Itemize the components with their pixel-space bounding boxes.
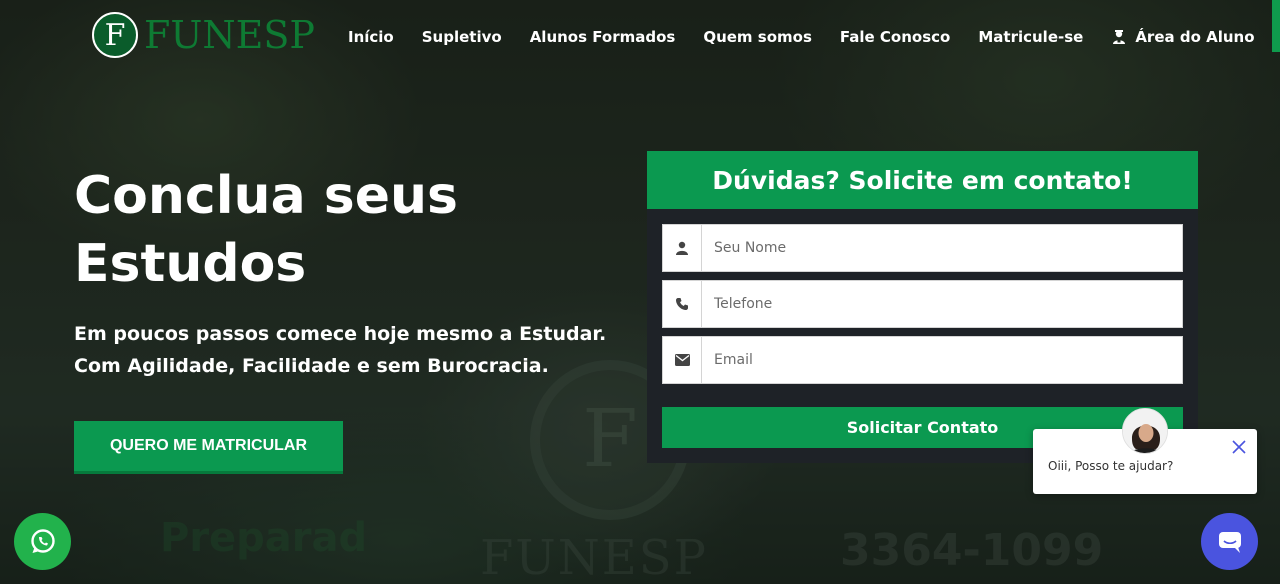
hero-title-line: Estudos	[74, 234, 307, 294]
phone-icon	[663, 281, 702, 327]
scroll-indicator	[1272, 0, 1280, 52]
hero-title: Conclua seus Estudos	[74, 162, 594, 298]
nav-item-inicio[interactable]: Início	[348, 28, 394, 46]
whatsapp-button[interactable]	[14, 513, 71, 570]
enroll-button[interactable]: QUERO ME MATRICULAR	[74, 421, 343, 474]
close-icon[interactable]	[1231, 439, 1247, 455]
nav-item-fale-conosco[interactable]: Fale Conosco	[840, 28, 950, 46]
hero-title-line: Conclua seus	[74, 166, 458, 226]
main-nav: Início Supletivo Alunos Formados Quem so…	[348, 28, 1255, 46]
nav-item-quem-somos[interactable]: Quem somos	[703, 28, 812, 46]
nav-item-label: Área do Aluno	[1135, 28, 1255, 46]
hero-subtitle-line: Em poucos passos comece hoje mesmo a Est…	[74, 323, 607, 345]
logo-wordmark: FUNESP	[144, 13, 315, 57]
hero-subtitle-line: Com Agilidade, Facilidade e sem Burocrac…	[74, 355, 549, 377]
logo-emblem: F	[92, 12, 138, 58]
phone-field	[662, 280, 1183, 328]
site-logo[interactable]: F FUNESP	[92, 12, 315, 58]
chat-launcher-button[interactable]	[1201, 513, 1258, 570]
whatsapp-icon	[30, 528, 55, 553]
chat-greeting-message: Oiii, Posso te ajudar?	[1048, 459, 1174, 473]
contact-form: Dúvidas? Solicite em contato! Solicitar …	[647, 151, 1198, 463]
email-input[interactable]	[702, 337, 1182, 383]
nav-item-alunos-formados[interactable]: Alunos Formados	[530, 28, 676, 46]
chat-bubble-icon	[1218, 531, 1241, 553]
nav-item-area-do-aluno[interactable]: Área do Aluno	[1111, 28, 1255, 46]
email-field	[662, 336, 1183, 384]
envelope-icon	[663, 337, 702, 383]
student-icon	[1111, 29, 1127, 45]
phone-input[interactable]	[702, 281, 1182, 327]
site-header: F FUNESP Início Supletivo Alunos Formado…	[0, 0, 1280, 76]
contact-form-heading: Dúvidas? Solicite em contato!	[647, 151, 1198, 209]
nav-item-matricule-se[interactable]: Matricule-se	[978, 28, 1083, 46]
nav-item-supletivo[interactable]: Supletivo	[422, 28, 502, 46]
user-icon	[663, 225, 702, 271]
chat-agent-avatar	[1122, 408, 1168, 454]
name-field	[662, 224, 1183, 272]
hero-subtitle: Em poucos passos comece hoje mesmo a Est…	[74, 318, 634, 382]
name-input[interactable]	[702, 225, 1182, 271]
